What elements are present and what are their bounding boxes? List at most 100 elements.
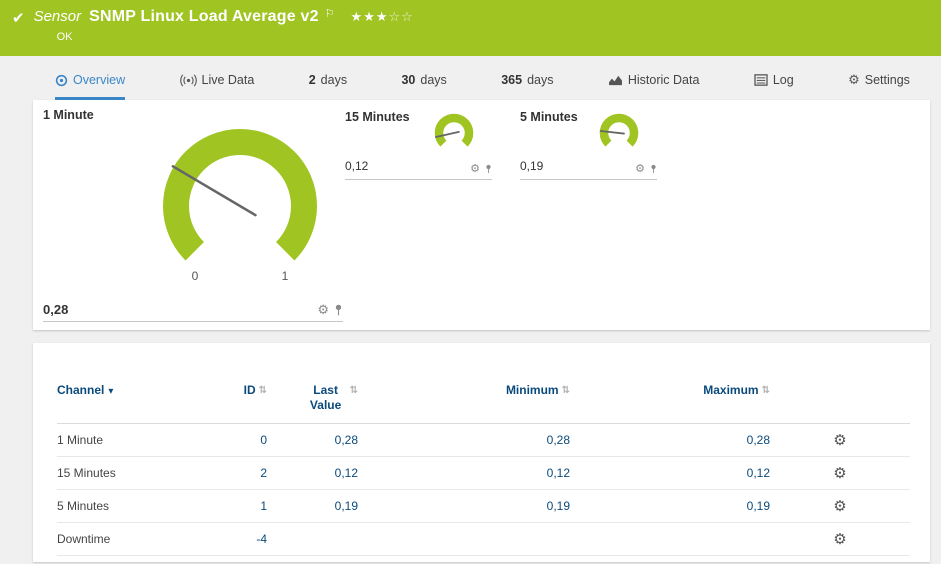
log-icon	[754, 74, 768, 86]
channel-settings-gear-icon[interactable]: ⚙	[833, 465, 846, 482]
channel-last-value	[267, 522, 358, 556]
channel-settings-gear-icon[interactable]: ⚙	[833, 531, 846, 548]
col-header-last-value[interactable]: Last Value ⇅	[267, 383, 358, 424]
tab-settings[interactable]: ⚙ Settings	[848, 72, 910, 100]
table-header-row: Channel ▾ ID ⇅ Last Value⇅ Minimum ⇅ Maximu…	[57, 383, 910, 424]
gauge-block-15-minutes: 15 Minutes 0,12 ⚙	[345, 110, 492, 180]
channel-name: 1 Minute	[57, 423, 207, 457]
channel-table: Channel ▾ ID ⇅ Last Value⇅ Minimum ⇅ Maximu…	[57, 383, 910, 556]
channels-panel: Channel ▾ ID ⇅ Last Value⇅ Minimum ⇅ Maximu…	[33, 343, 930, 562]
sensor-header-text: Sensor SNMP Linux Load Average v2 ⚐ ★★★☆…	[34, 8, 414, 43]
col-header-channel[interactable]: Channel ▾	[57, 383, 207, 424]
tab-label: days	[420, 73, 447, 87]
col-header-actions	[770, 383, 910, 424]
channel-id: 1	[207, 489, 267, 523]
gauge-block-1-minute: 1 Minute 0 1 0,28 ⚙	[43, 108, 343, 322]
channel-minimum: 0,28	[358, 423, 570, 457]
priority-stars[interactable]: ★★★☆☆	[351, 9, 414, 25]
channel-maximum: 0,28	[570, 423, 770, 457]
channel-name: 15 Minutes	[57, 456, 207, 490]
channel-maximum: 0,12	[570, 456, 770, 490]
tab-label: days	[320, 73, 348, 87]
gauge-scale-max: 1	[282, 269, 289, 283]
channel-maximum: 0,19	[570, 489, 770, 523]
tab-historic-data[interactable]: Historic Data	[608, 72, 700, 100]
settings-gear-icon: ⚙	[848, 72, 860, 87]
channel-name: Downtime	[57, 522, 207, 556]
pin-icon[interactable]	[334, 304, 343, 316]
tab-label: days	[527, 73, 554, 87]
gear-icon[interactable]: ⚙	[317, 303, 329, 316]
tab-2-days[interactable]: 2 days	[309, 72, 347, 100]
col-header-maximum[interactable]: Maximum ⇅	[570, 383, 770, 424]
col-header-label: ID	[243, 383, 256, 397]
tab-365-days[interactable]: 365 days	[501, 72, 553, 100]
table-row[interactable]: Downtime -4 ⚙	[57, 522, 910, 556]
gauge-1-minute: 0 1	[163, 129, 317, 283]
gauge-footer: 0,28 ⚙	[43, 298, 343, 322]
gauge-value: 0,12	[345, 159, 369, 173]
channel-last-value: 0,28	[267, 423, 358, 457]
gauge-value: 0,19	[520, 159, 544, 173]
gauges-panel: 1 Minute 0 1 0,28 ⚙ 15 Minutes 0,12 ⚙ 5 …	[33, 100, 930, 330]
gauge-15-minutes	[434, 113, 474, 147]
overview-icon	[55, 74, 68, 86]
gear-icon[interactable]: ⚙	[470, 163, 480, 175]
live-data-icon	[179, 73, 197, 87]
tab-log[interactable]: Log	[754, 72, 794, 100]
channel-settings-gear-icon[interactable]: ⚙	[833, 432, 846, 449]
sensor-header: ✔ Sensor SNMP Linux Load Average v2 ⚐ ★★…	[0, 0, 941, 56]
page-title: SNMP Linux Load Average v2	[89, 8, 319, 25]
table-row[interactable]: 5 Minutes 1 0,19 0,19 0,19 ⚙	[57, 489, 910, 523]
status-badge: OK	[56, 31, 73, 43]
chevron-down-icon: ▾	[108, 386, 114, 397]
col-header-label: Last Value	[309, 383, 342, 412]
col-header-label: Channel	[57, 383, 105, 397]
channel-settings-gear-icon[interactable]: ⚙	[833, 498, 846, 515]
tab-30-days[interactable]: 30 days	[401, 72, 446, 100]
sort-icon: ⇅	[761, 385, 770, 396]
gauge-value: 0,28	[43, 302, 69, 317]
channel-id: -4	[207, 522, 267, 556]
sort-icon: ⇅	[561, 385, 570, 396]
tab-overview[interactable]: Overview	[55, 72, 126, 100]
star-filled-icons[interactable]: ★★★	[351, 9, 389, 24]
star-empty-icons[interactable]: ☆☆	[389, 9, 414, 24]
channel-maximum	[570, 522, 770, 556]
tab-label-number: 2	[308, 73, 316, 87]
gauge-block-5-minutes: 5 Minutes 0,19 ⚙	[520, 110, 657, 180]
tab-label-number: 365	[501, 73, 523, 87]
tab-label: Historic Data	[627, 73, 700, 87]
tab-label: Log	[772, 73, 794, 87]
channel-minimum	[358, 522, 570, 556]
channel-minimum: 0,12	[358, 456, 570, 490]
col-header-id[interactable]: ID ⇅	[207, 383, 267, 424]
col-header-minimum[interactable]: Minimum ⇅	[358, 383, 570, 424]
table-row[interactable]: 1 Minute 0 0,28 0,28 0,28 ⚙	[57, 423, 910, 457]
sort-icon: ⇅	[349, 385, 358, 396]
col-header-label: Maximum	[703, 383, 759, 397]
gauge-scale-min: 0	[192, 269, 199, 283]
pin-icon[interactable]	[650, 164, 657, 174]
flag-icon[interactable]: ⚐	[325, 7, 335, 20]
historic-data-icon	[608, 75, 622, 86]
table-row[interactable]: 15 Minutes 2 0,12 0,12 0,12 ⚙	[57, 456, 910, 490]
tab-label: Overview	[73, 73, 126, 87]
channel-id: 2	[207, 456, 267, 490]
channel-id: 0	[207, 423, 267, 457]
channel-name: 5 Minutes	[57, 489, 207, 523]
channel-last-value: 0,12	[267, 456, 358, 490]
tab-bar: Overview Live Data 2 days 30 days 365 da…	[33, 56, 930, 100]
channel-last-value: 0,19	[267, 489, 358, 523]
gauge-5-minutes	[599, 113, 639, 147]
status-check-icon: ✔	[12, 10, 25, 27]
sort-icon: ⇅	[258, 385, 267, 396]
tab-live-data[interactable]: Live Data	[179, 72, 255, 100]
tab-label-number: 30	[401, 73, 416, 87]
pin-icon[interactable]	[485, 164, 492, 174]
sensor-kind-label: Sensor	[33, 8, 82, 25]
channel-minimum: 0,19	[358, 489, 570, 523]
tab-label: Settings	[864, 73, 910, 87]
gear-icon[interactable]: ⚙	[635, 163, 645, 175]
tab-label: Live Data	[201, 73, 255, 87]
